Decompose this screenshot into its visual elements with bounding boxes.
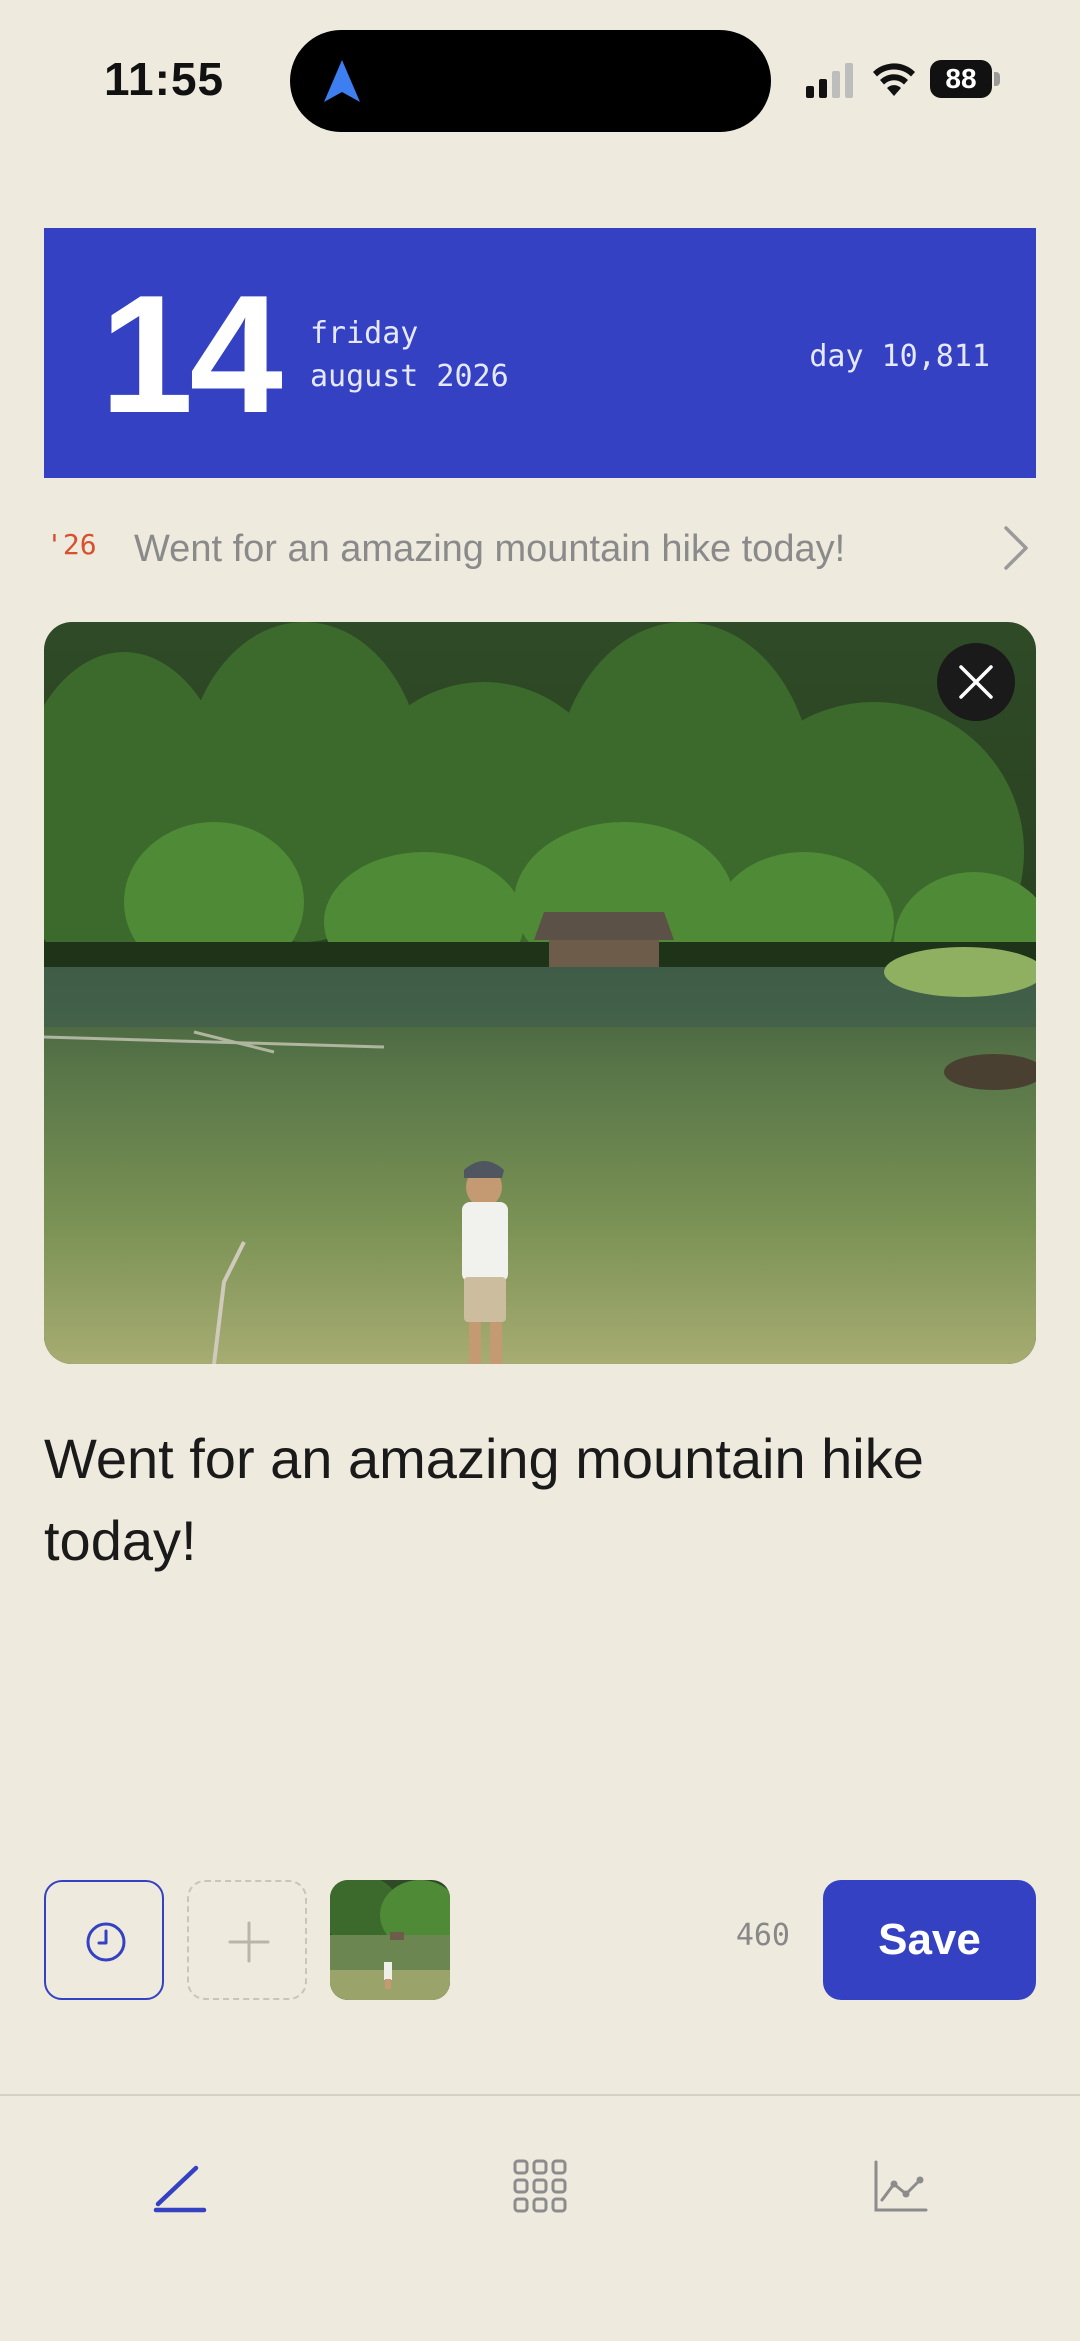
battery-indicator: 88: [930, 60, 1000, 98]
weekday-label: friday: [310, 316, 419, 351]
entry-toolbar: 460 Save: [0, 1880, 1080, 2000]
plus-icon: [228, 1921, 270, 1963]
pencil-icon: [153, 2165, 207, 2213]
month-year-label: august 2026: [310, 359, 509, 394]
cellular-signal-icon: [806, 63, 853, 98]
photo-thumbnail[interactable]: [330, 1880, 450, 2000]
day-number: 14: [100, 260, 283, 448]
clock-icon: [86, 1922, 126, 1962]
date-header: 14 friday august 2026 day 10,811: [44, 228, 1036, 478]
chart-icon: [874, 2160, 928, 2212]
character-count: 460: [735, 1918, 790, 1953]
nav-stats-tab[interactable]: [860, 2146, 940, 2226]
bottom-nav: [0, 2096, 1080, 2341]
battery-tip: [994, 72, 1000, 86]
entry-photo[interactable]: [44, 622, 1036, 1364]
nav-grid-tab[interactable]: [500, 2146, 580, 2226]
battery-level: 88: [930, 60, 992, 98]
location-arrow-icon: [324, 60, 360, 102]
dynamic-island: [290, 30, 771, 132]
chevron-right-icon: [1004, 526, 1028, 570]
wifi-icon: [873, 63, 915, 96]
time-button[interactable]: [44, 1880, 164, 2000]
remove-photo-button[interactable]: [937, 643, 1015, 721]
nav-write-tab[interactable]: [140, 2146, 220, 2226]
memory-year: '26: [46, 528, 97, 561]
memory-row[interactable]: '26 Went for an amazing mountain hike to…: [44, 510, 1036, 590]
status-bar: 11:55 88: [0, 0, 1080, 160]
entry-text-field[interactable]: Went for an amazing mountain hike today!: [44, 1418, 1036, 1582]
grid-icon: [513, 2159, 567, 2213]
add-photo-button[interactable]: [187, 1880, 307, 2000]
memory-text: Went for an amazing mountain hike today!: [134, 528, 846, 570]
save-button[interactable]: Save: [823, 1880, 1036, 2000]
day-count-label: day 10,811: [809, 339, 990, 374]
close-icon: [959, 665, 993, 699]
status-time: 11:55: [104, 53, 225, 105]
